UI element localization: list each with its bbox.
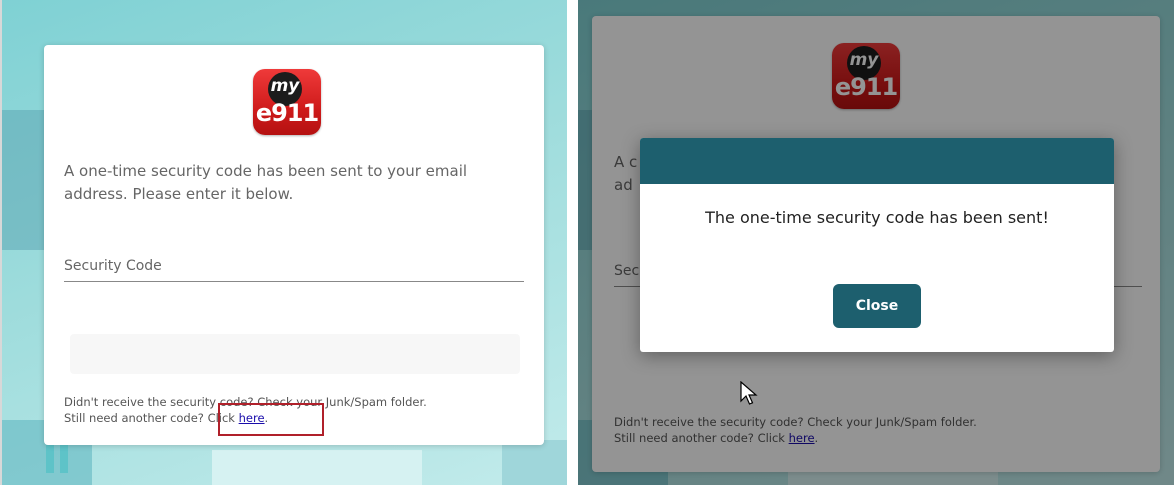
background-shape xyxy=(502,440,567,485)
left-panel: my e911 A one-time security code has bee… xyxy=(0,0,567,485)
my-e911-logo: my e911 xyxy=(253,69,321,135)
dialog-message: The one-time security code has been sent… xyxy=(705,208,1049,227)
code-sent-dialog: The one-time security code has been sent… xyxy=(640,138,1114,352)
logo-my-text: my xyxy=(270,76,300,96)
right-panel: my e911 A c ad Sec Didn't receive the se… xyxy=(578,0,1174,485)
annotation-highlight-box xyxy=(218,403,324,436)
resend-prefix: Still need another code? Click xyxy=(64,411,239,425)
mouse-cursor-icon xyxy=(740,381,758,405)
background-shape xyxy=(212,450,422,485)
dialog-header xyxy=(640,138,1114,184)
background-shape xyxy=(46,445,54,473)
instructions-text: A one-time security code has been sent t… xyxy=(64,162,468,203)
submit-button[interactable] xyxy=(70,334,520,374)
security-code-placeholder: Security Code xyxy=(64,258,162,274)
security-code-input[interactable]: Security Code xyxy=(64,255,524,282)
login-card: my e911 A one-time security code has bee… xyxy=(44,45,544,445)
close-button[interactable]: Close xyxy=(833,284,921,328)
logo-e911-text: e911 xyxy=(255,99,319,127)
background-shape xyxy=(60,445,68,473)
